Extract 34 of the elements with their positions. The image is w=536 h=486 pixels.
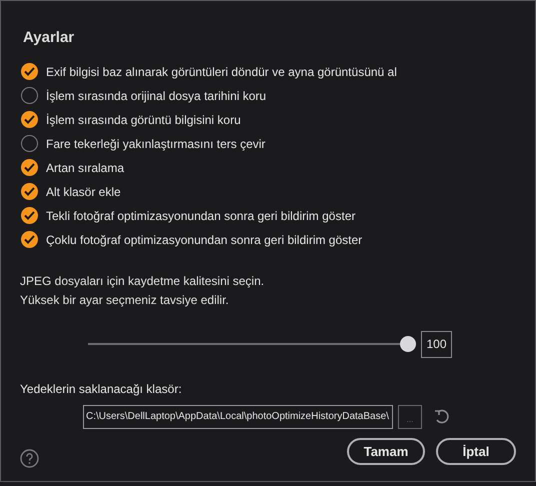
checked-checkbox[interactable] (21, 183, 38, 200)
checked-checkbox[interactable] (21, 231, 38, 248)
option-label: Fare tekerleği yakınlaştırmasını ters çevir (46, 136, 266, 152)
quality-description: JPEG dosyaları için kaydetme kalitesini seçin. (20, 272, 264, 290)
check-icon (24, 187, 35, 196)
option-label: Tekli fotoğraf optimizasyonundan sonra geri bildirim göster (46, 208, 356, 224)
checkbox[interactable] (21, 87, 38, 104)
option-label: İşlem sırasında görüntü bilgisini koru (46, 112, 241, 128)
check-icon (24, 115, 35, 124)
slider-thumb[interactable] (400, 336, 416, 352)
check-icon (24, 67, 35, 76)
check-icon (24, 211, 35, 220)
backup-path-field[interactable]: C:\Users\DellLaptop\AppData\Local\photoOptimizeHistoryDataBase\ (83, 404, 393, 428)
quality-slider[interactable] (88, 336, 416, 352)
checked-checkbox[interactable] (21, 63, 38, 80)
option-label: Exif bilgisi baz alınarak görüntüleri döndür ve ayna görüntüsünü al (46, 64, 397, 80)
quality-value-field[interactable]: 100 (421, 330, 452, 358)
option-label: Çoklu fotoğraf optimizasyonundan sonra geri bildirim göster (46, 232, 362, 248)
reset-icon[interactable] (433, 408, 451, 426)
checked-checkbox[interactable] (21, 111, 38, 128)
option-label: Artan sıralama (46, 160, 124, 176)
quality-description: Yüksek bir ayar seçmeniz tavsiye edilir. (20, 292, 229, 308)
help-icon[interactable] (20, 449, 39, 468)
check-icon (24, 235, 35, 244)
option-label: Alt klasör ekle (46, 184, 121, 200)
checkbox[interactable] (21, 135, 38, 152)
cancel-button[interactable]: İptal (436, 438, 516, 465)
checked-checkbox[interactable] (21, 159, 38, 176)
ok-button[interactable]: Tamam (347, 438, 425, 465)
checked-checkbox[interactable] (21, 207, 38, 224)
backup-folder-label: Yedeklerin saklanacağı klasör: (20, 380, 183, 398)
option-label: İşlem sırasında orijinal dosya tarihini koru (46, 88, 266, 104)
check-icon (24, 163, 35, 172)
dialog-title: Ayarlar (23, 28, 76, 48)
